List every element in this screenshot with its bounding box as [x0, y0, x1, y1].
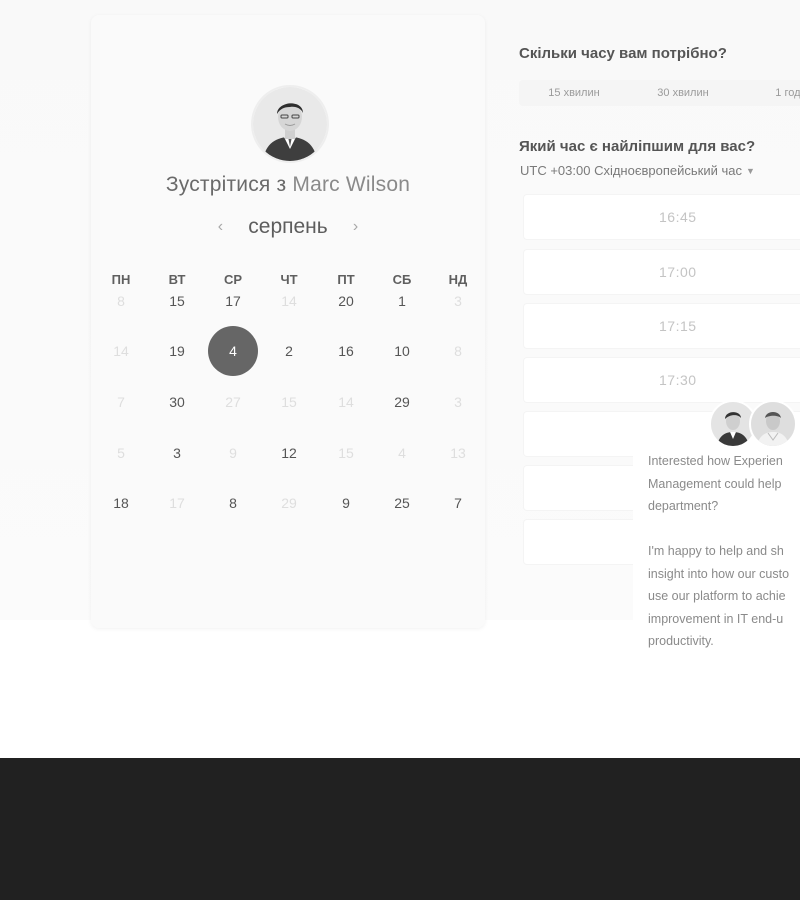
- chat-message-1: Interested how Experien Management could…: [648, 454, 783, 513]
- calendar-day: 14: [281, 293, 297, 309]
- calendar-day[interactable]: 16: [321, 326, 371, 376]
- calendar-day[interactable]: 17: [208, 276, 258, 326]
- calendar-day: 15: [281, 394, 297, 410]
- time-slot[interactable]: 17:00: [524, 250, 800, 294]
- calendar-day: 13: [450, 445, 466, 461]
- calendar-day: 4: [398, 445, 406, 461]
- footer: [0, 758, 800, 900]
- calendar-day[interactable]: 12: [264, 428, 314, 478]
- calendar-day[interactable]: 9: [321, 478, 371, 528]
- time-slot[interactable]: 17:15: [524, 304, 800, 348]
- calendar-day: 27: [225, 394, 241, 410]
- agent-photo: [751, 402, 795, 446]
- calendar-day[interactable]: 25: [377, 478, 427, 528]
- calendar-day[interactable]: 18: [96, 478, 146, 528]
- calendar-day[interactable]: 2: [264, 326, 314, 376]
- time-question: Який час є найліпшим для вас?: [519, 138, 756, 155]
- calendar-day[interactable]: 19: [152, 326, 202, 376]
- calendar-grid: 8 15 17 14 20 1 3 14 19 4 2 16 10 8 7 30 27 15 14 29 3 5 3 9 12 1…: [91, 15, 485, 615]
- calendar-day[interactable]: 3: [152, 428, 202, 478]
- calendar-day: 14: [113, 343, 129, 359]
- calendar-day[interactable]: 1: [377, 276, 427, 326]
- agent-avatar: [749, 400, 797, 448]
- calendar-day: 17: [169, 495, 185, 511]
- time-slot-label: 17:15: [659, 318, 697, 334]
- caret-down-icon: ▼: [745, 166, 755, 176]
- calendar-day[interactable]: 20: [321, 276, 371, 326]
- calendar-day[interactable]: 29: [377, 377, 427, 427]
- duration-option-15[interactable]: 15 хвилин: [524, 80, 624, 106]
- calendar-day: 7: [117, 394, 125, 410]
- time-slot-label: 17:00: [659, 264, 697, 280]
- calendar-day[interactable]: 7: [433, 478, 483, 528]
- calendar-day: 3: [454, 293, 462, 309]
- duration-option-60[interactable]: 1 годи: [741, 80, 800, 106]
- duration-option-30[interactable]: 30 хвилин: [633, 80, 733, 106]
- time-slot[interactable]: 17:30: [524, 358, 800, 402]
- calendar-card: Зустрітися з Marc Wilson ‹ серпень › ПН В…: [91, 15, 485, 628]
- calendar-day[interactable]: 15: [152, 276, 202, 326]
- calendar-day: 14: [338, 394, 354, 410]
- calendar-day: 3: [454, 394, 462, 410]
- time-slot-label: 16:45: [659, 209, 697, 225]
- time-slot[interactable]: 16:45: [524, 195, 800, 239]
- calendar-day-selected[interactable]: 4: [208, 326, 258, 376]
- timezone-label: UTC +03:00 Східноєвропейський час: [520, 163, 742, 178]
- chat-message-2: I'm happy to help and sh insight into ho…: [648, 544, 790, 648]
- duration-question: Скільки часу вам потрібно?: [519, 45, 727, 62]
- duration-selector: 15 хвилин 30 хвилин 1 годи: [519, 80, 800, 106]
- page: Зустрітися з Marc Wilson ‹ серпень › ПН В…: [0, 0, 800, 900]
- calendar-day: 9: [229, 445, 237, 461]
- calendar-day[interactable]: 30: [152, 377, 202, 427]
- timezone-select[interactable]: UTC +03:00 Східноєвропейський час ▼: [520, 163, 755, 178]
- calendar-day: 29: [281, 495, 297, 511]
- time-slot-label: 17:30: [659, 372, 697, 388]
- calendar-day: 8: [117, 293, 125, 309]
- calendar-day: 8: [454, 343, 462, 359]
- chat-widget[interactable]: Interested how Experien Management could…: [633, 400, 800, 660]
- calendar-day: 15: [338, 445, 354, 461]
- calendar-day[interactable]: 8: [208, 478, 258, 528]
- calendar-day: 5: [117, 445, 125, 461]
- calendar-day[interactable]: 10: [377, 326, 427, 376]
